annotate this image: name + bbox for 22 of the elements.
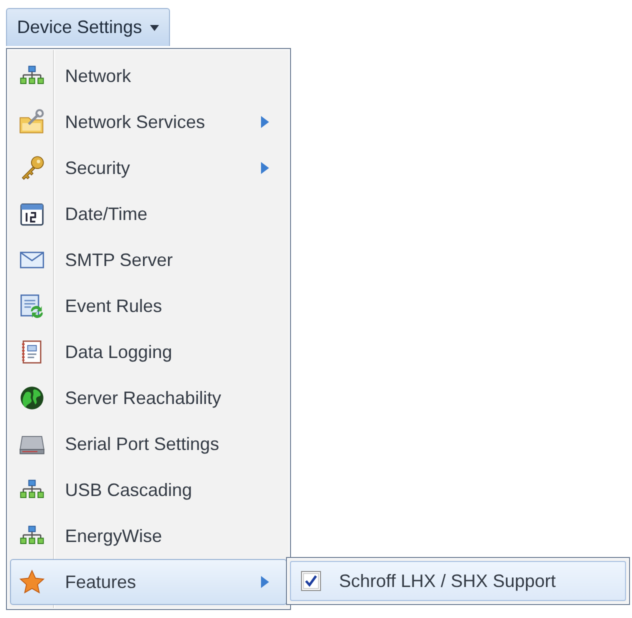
device-settings-dropdown[interactable]: Device Settings [6,8,170,46]
menu-item[interactable]: Event Rules [10,283,287,329]
document-arrows-icon [19,293,45,319]
menu-item[interactable]: Network Services [10,99,287,145]
menu-item[interactable]: Schroff LHX / SHX Support [290,561,626,601]
menu-item[interactable]: Data Logging [10,329,287,375]
calendar-icon [19,201,45,227]
globe-icon [19,385,45,411]
menu-item[interactable]: Date/Time [10,191,287,237]
checkbox[interactable] [301,571,321,591]
key-icon [19,155,45,181]
menu-item[interactable]: Network [10,53,287,99]
folder-wrench-icon [19,109,45,135]
menu-item[interactable]: Serial Port Settings [10,421,287,467]
menu-item[interactable]: USB Cascading [10,467,287,513]
menu-item[interactable]: EnergyWise [10,513,287,559]
menu-item[interactable]: Server Reachability [10,375,287,421]
star-icon [19,569,45,595]
menu-item[interactable]: Features [10,559,287,605]
menu-item[interactable]: Security [10,145,287,191]
menu-item[interactable]: SMTP Server [10,237,287,283]
caret-down-icon [150,24,160,30]
